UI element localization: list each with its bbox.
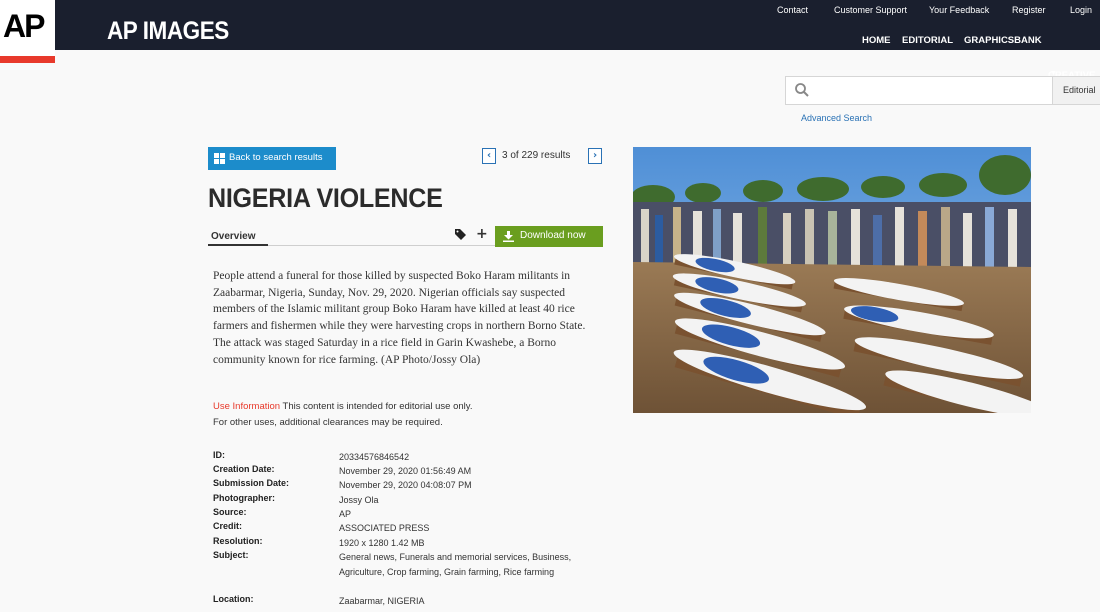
download-now-button[interactable]: Download now [495, 226, 603, 247]
link-customer-support[interactable]: Customer Support [834, 5, 907, 15]
meta-value-resolution: 1920 x 1280 1.42 MB [339, 538, 425, 548]
link-register[interactable]: Register [1012, 5, 1046, 15]
page-title: NIGERIA VIOLENCE [208, 183, 443, 213]
back-button-label: Back to search results [229, 152, 323, 163]
advanced-search-link[interactable]: Advanced Search [801, 113, 872, 123]
pager-text: 3 of 229 results [502, 150, 571, 161]
meta-value-subject: General news, Funerals and memorial serv… [339, 552, 572, 577]
search-icon [795, 83, 809, 97]
use-information: Use Information This content is intended… [213, 401, 472, 412]
tab-active-indicator [208, 244, 268, 246]
meta-value-location: Zaabarmar, NIGERIA [339, 596, 425, 606]
logo-text: AP [3, 8, 45, 44]
download-button-label: Download now [520, 230, 586, 241]
ap-logo[interactable]: AP [0, 0, 55, 57]
meta-key-source: Source: [213, 507, 247, 517]
top-bar: AP IMAGES Contact Customer Support Your … [0, 0, 1100, 81]
next-result-button[interactable]: › [588, 148, 602, 164]
meta-key-subject: Subject: [213, 550, 249, 560]
meta-value-credit: ASSOCIATED PRESS [339, 523, 430, 533]
use-information-link[interactable]: Use Information [213, 401, 280, 412]
nav-home[interactable]: HOME [862, 35, 891, 46]
meta-key-submission-date: Submission Date: [213, 478, 290, 488]
meta-key-creation-date: Creation Date: [213, 464, 275, 474]
tab-overview[interactable]: Overview [211, 231, 255, 242]
meta-key-location: Location: [213, 594, 254, 604]
use-information-text: This content is intended for editorial u… [280, 401, 473, 412]
tag-icon[interactable] [455, 229, 466, 240]
chevron-left-icon: ‹ [486, 150, 492, 161]
meta-value-source: AP [339, 509, 352, 519]
main-photo[interactable] [633, 147, 1031, 413]
link-your-feedback[interactable]: Your Feedback [929, 5, 989, 15]
nav-editorial[interactable]: EDITORIAL [902, 35, 953, 46]
brand-name[interactable]: AP IMAGES [107, 17, 229, 46]
link-contact[interactable]: Contact [777, 5, 808, 15]
search-mode-label: Editorial [1063, 85, 1096, 95]
chevron-right-icon: › [592, 150, 598, 161]
back-to-results-button[interactable]: Back to search results [208, 147, 336, 170]
nav-graphicsbank[interactable]: GRAPHICSBANK [964, 35, 1042, 46]
prev-result-button[interactable]: ‹ [482, 148, 496, 164]
meta-value-photographer[interactable]: Jossy Ola [339, 493, 599, 508]
meta-key-resolution: Resolution: [213, 536, 263, 546]
use-information-note: For other uses, additional clearances ma… [213, 417, 443, 428]
photo-caption: People attend a funeral for those killed… [213, 270, 586, 366]
add-to-lightbox-icon[interactable]: + [476, 227, 488, 241]
meta-value-creation-date: November 29, 2020 01:56:49 AM [339, 466, 472, 476]
meta-value-id: 20334576846542 [339, 452, 410, 462]
grid-icon [214, 153, 225, 164]
meta-value-submission-date: November 29, 2020 04:08:07 PM [339, 480, 472, 490]
link-login[interactable]: Login [1070, 5, 1092, 15]
meta-key-photographer: Photographer: [213, 493, 275, 503]
meta-key-id: ID: [213, 450, 225, 460]
logo-underline [0, 56, 55, 63]
download-icon [503, 231, 514, 242]
meta-key-credit: Credit: [213, 521, 242, 531]
